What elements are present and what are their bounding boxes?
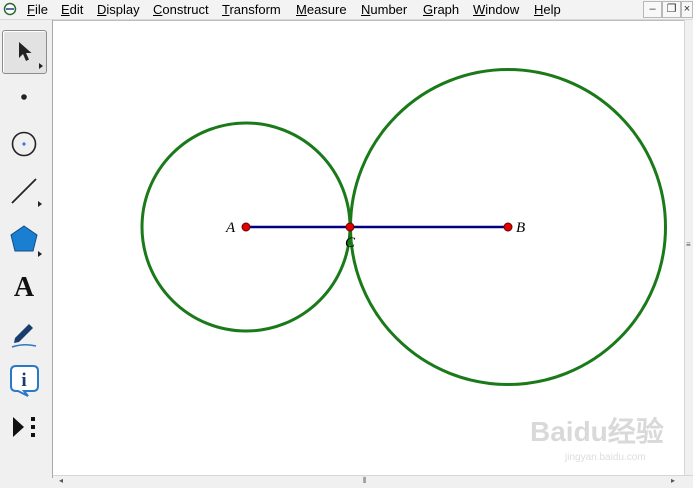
svg-text:A: A [14,272,35,303]
point-icon [21,94,27,100]
app-icon [3,2,17,16]
text-tool[interactable]: A [2,265,47,309]
menu-help[interactable]: Help [534,1,561,18]
menu-bar: File Edit Display Construct Transform Me… [0,0,693,20]
scroll-grip-icon: ≡ [686,240,691,249]
menu-transform[interactable]: Transform [222,1,281,18]
text-icon: A [14,272,35,303]
svg-text:i: i [21,370,26,391]
straightedge-icon [11,178,42,207]
custom-tool-icon [13,417,35,437]
sketch-canvas[interactable]: A B C [53,20,684,476]
polygon-tool[interactable] [2,216,47,260]
menu-graph[interactable]: Graph [423,1,459,18]
scroll-grip-icon: ⦀ [363,476,367,485]
restore-button[interactable]: ❐ [662,1,681,18]
point-b[interactable] [503,222,513,232]
compass-icon [11,131,37,157]
close-button[interactable]: × [681,1,693,18]
arrow-icon [19,42,43,69]
compass-tool[interactable] [2,122,47,166]
watermark-logo: Baidu经验 [530,416,664,447]
minimize-button[interactable]: – [643,1,662,18]
straightedge-tool[interactable] [2,168,47,212]
menu-window[interactable]: Window [473,1,519,18]
menu-construct[interactable]: Construct [153,1,209,18]
marker-tool[interactable] [2,310,47,354]
menu-edit[interactable]: Edit [61,1,83,18]
information-icon: i [10,365,39,397]
menu-number[interactable]: Number [361,1,407,18]
point-a-label[interactable]: A [225,220,236,236]
scroll-right-icon[interactable]: ▸ [671,476,675,485]
polygon-icon [10,225,42,257]
menu-file[interactable]: File [27,1,48,18]
custom-tool[interactable] [2,405,47,449]
menu-display[interactable]: Display [97,1,140,18]
information-tool[interactable]: i [2,358,47,402]
marker-icon [11,324,37,348]
point-c[interactable] [345,222,355,232]
point-tool[interactable] [2,75,47,119]
vertical-scrollbar[interactable]: ≡ [684,20,693,475]
arrow-tool[interactable] [2,30,47,74]
horizontal-scrollbar[interactable]: ◂ ⦀ ▸ [53,475,693,488]
scroll-left-icon[interactable]: ◂ [59,476,63,485]
point-a[interactable] [241,222,251,232]
point-c-label[interactable]: C [345,235,356,251]
menu-measure[interactable]: Measure [296,1,347,18]
point-b-label[interactable]: B [516,220,525,236]
watermark-url: jingyan.baidu.com [565,452,646,463]
toolbox: A i [0,20,53,478]
